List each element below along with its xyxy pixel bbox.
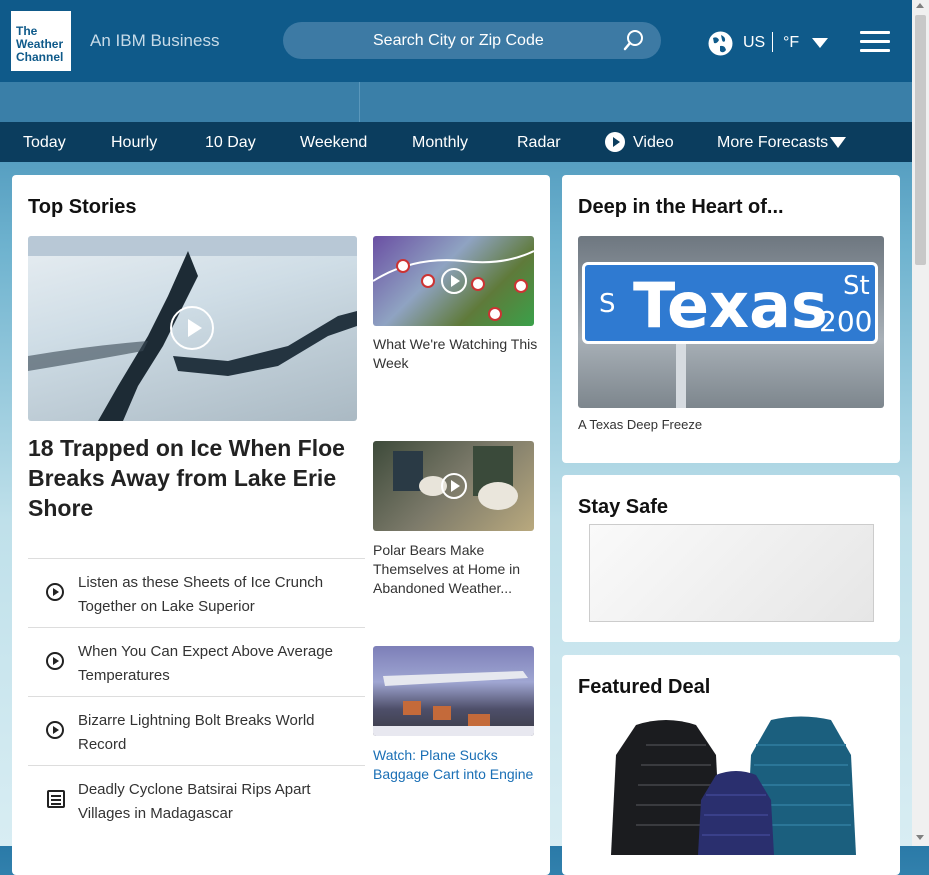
play-circle-icon xyxy=(46,721,64,739)
featured-deal-title: Featured Deal xyxy=(578,676,711,698)
deep-heart-title: Deep in the Heart of... xyxy=(578,196,784,218)
forecast-nav: Today Hourly 10 Day Weekend Monthly Rada… xyxy=(0,122,912,162)
stay-safe-card: Stay Safe xyxy=(562,475,900,642)
deep-heart-caption[interactable]: A Texas Deep Freeze xyxy=(578,417,702,432)
chevron-down-icon[interactable] xyxy=(812,38,828,48)
story-list-text[interactable]: When You Can Expect Above Average Temper… xyxy=(78,640,358,688)
story-list-item[interactable]: Deadly Cyclone Batsirai Rips Apart Villa… xyxy=(28,765,365,834)
story-list-text[interactable]: Listen as these Sheets of Ice Crunch Tog… xyxy=(78,571,358,619)
globe-icon[interactable] xyxy=(708,31,733,56)
thumbnail-play-icon[interactable] xyxy=(441,268,467,294)
scrollbar-thumb[interactable] xyxy=(915,15,926,265)
story-list-text[interactable]: Deadly Cyclone Batsirai Rips Apart Villa… xyxy=(78,778,358,826)
sign-number: 200 xyxy=(819,305,873,338)
story-thumbnail-map[interactable] xyxy=(373,236,534,326)
featured-deal-card: Featured Deal xyxy=(562,655,900,875)
story-thumbnail-bears[interactable] xyxy=(373,441,534,531)
video-play-icon[interactable] xyxy=(605,132,625,152)
stay-safe-placeholder xyxy=(589,524,874,622)
country-selector[interactable]: US xyxy=(743,34,765,52)
stay-safe-title: Stay Safe xyxy=(578,496,669,518)
story-list-item[interactable]: Listen as these Sheets of Ice Crunch Tog… xyxy=(28,558,365,627)
sign-prefix: S xyxy=(599,289,616,319)
story-list-item[interactable]: When You Can Expect Above Average Temper… xyxy=(28,627,365,696)
top-stories-title: Top Stories xyxy=(28,196,137,218)
search-input[interactable]: Search City or Zip Code xyxy=(283,22,661,59)
article-icon xyxy=(47,790,65,808)
nav-10-day[interactable]: 10 Day xyxy=(205,134,256,152)
more-forecasts-chevron-icon[interactable] xyxy=(830,137,846,148)
play-circle-icon xyxy=(46,583,64,601)
nav-monthly[interactable]: Monthly xyxy=(412,134,468,152)
story-caption-link[interactable]: Watch: Plane Sucks Baggage Cart into Eng… xyxy=(373,746,538,784)
scroll-down-arrow-icon[interactable] xyxy=(916,835,924,840)
story-caption[interactable]: What We're Watching This Week xyxy=(373,335,538,373)
story-caption[interactable]: Polar Bears Make Themselves at Home in A… xyxy=(373,541,538,598)
search-placeholder: Search City or Zip Code xyxy=(373,32,544,49)
deep-heart-card: Deep in the Heart of... S Texas St 200 A… xyxy=(562,175,900,463)
plane-illustration xyxy=(373,671,534,736)
sign-pole xyxy=(676,344,686,408)
nav-video[interactable]: Video xyxy=(633,134,674,152)
ibm-business-label: An IBM Business xyxy=(90,31,220,50)
main-story-image[interactable] xyxy=(28,236,357,421)
logo-text: The Weather Channel xyxy=(16,25,63,64)
location-bar xyxy=(0,82,912,122)
thumbnail-play-icon[interactable] xyxy=(441,473,467,499)
story-list: Listen as these Sheets of Ice Crunch Tog… xyxy=(28,558,365,834)
story-list-text[interactable]: Bizarre Lightning Bolt Breaks World Reco… xyxy=(78,709,358,757)
search-icon[interactable] xyxy=(623,29,645,51)
logo-line-3: Channel xyxy=(16,50,64,64)
scroll-up-arrow-icon[interactable] xyxy=(916,3,924,8)
header-divider xyxy=(772,32,773,52)
site-header: The Weather Channel An IBM Business Sear… xyxy=(0,0,912,82)
sign-suffix: St xyxy=(843,271,870,301)
story-list-item[interactable]: Bizarre Lightning Bolt Breaks World Reco… xyxy=(28,696,365,765)
nav-today[interactable]: Today xyxy=(23,134,66,152)
story-thumbnail-plane[interactable] xyxy=(373,646,534,736)
sign-text: Texas xyxy=(633,269,828,342)
unit-selector[interactable]: °F xyxy=(783,34,799,52)
hamburger-menu-icon[interactable] xyxy=(860,31,890,53)
nav-weekend[interactable]: Weekend xyxy=(300,134,367,152)
street-sign: S Texas St 200 xyxy=(582,262,878,344)
weather-channel-logo[interactable]: The Weather Channel xyxy=(11,11,71,71)
main-story-headline[interactable]: 18 Trapped on Ice When Floe Breaks Away … xyxy=(28,433,363,523)
nav-radar[interactable]: Radar xyxy=(517,134,561,152)
main-story-play-icon[interactable] xyxy=(170,306,214,350)
nav-hourly[interactable]: Hourly xyxy=(111,134,157,152)
nav-more-forecasts[interactable]: More Forecasts xyxy=(717,134,828,152)
texas-sign-image[interactable]: S Texas St 200 xyxy=(578,236,884,408)
play-circle-icon xyxy=(46,652,64,670)
location-bar-divider xyxy=(359,82,360,122)
jackets-product-image[interactable] xyxy=(606,715,866,855)
top-stories-card: Top Stories 18 Trapped on Ice When Floe … xyxy=(12,175,550,875)
page-scrollbar[interactable] xyxy=(912,0,929,846)
